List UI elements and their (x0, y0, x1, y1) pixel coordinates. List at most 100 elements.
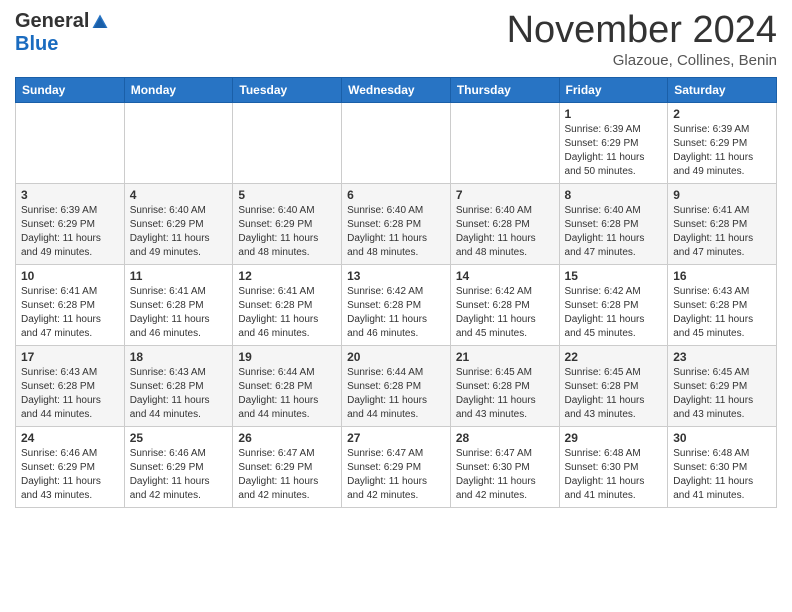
weekday-header-monday: Monday (124, 77, 233, 102)
logo-icon (91, 13, 109, 31)
calendar-cell: 5 Sunrise: 6:40 AM Sunset: 6:29 PM Daylig… (233, 183, 342, 264)
day-info: Sunrise: 6:43 AM Sunset: 6:28 PM Dayligh… (130, 366, 228, 422)
calendar-cell: 1 Sunrise: 6:39 AM Sunset: 6:29 PM Daylig… (559, 102, 668, 183)
day-number: 20 (347, 350, 445, 364)
day-info: Sunrise: 6:45 AM Sunset: 6:28 PM Dayligh… (565, 366, 663, 422)
day-number: 22 (565, 350, 663, 364)
day-info: Sunrise: 6:43 AM Sunset: 6:28 PM Dayligh… (21, 366, 119, 422)
day-number: 2 (673, 107, 771, 121)
day-info: Sunrise: 6:42 AM Sunset: 6:28 PM Dayligh… (347, 285, 445, 341)
day-info: Sunrise: 6:41 AM Sunset: 6:28 PM Dayligh… (238, 285, 336, 341)
day-info: Sunrise: 6:48 AM Sunset: 6:30 PM Dayligh… (565, 447, 663, 503)
day-info: Sunrise: 6:40 AM Sunset: 6:29 PM Dayligh… (238, 204, 336, 260)
calendar-cell: 16 Sunrise: 6:43 AM Sunset: 6:28 PM Dayli… (668, 264, 777, 345)
calendar-cell: 29 Sunrise: 6:48 AM Sunset: 6:30 PM Dayli… (559, 426, 668, 507)
day-info: Sunrise: 6:45 AM Sunset: 6:28 PM Dayligh… (456, 366, 554, 422)
day-number: 23 (673, 350, 771, 364)
day-number: 18 (130, 350, 228, 364)
day-info: Sunrise: 6:40 AM Sunset: 6:28 PM Dayligh… (456, 204, 554, 260)
calendar-cell: 8 Sunrise: 6:40 AM Sunset: 6:28 PM Daylig… (559, 183, 668, 264)
day-info: Sunrise: 6:41 AM Sunset: 6:28 PM Dayligh… (21, 285, 119, 341)
weekday-header-saturday: Saturday (668, 77, 777, 102)
day-info: Sunrise: 6:41 AM Sunset: 6:28 PM Dayligh… (130, 285, 228, 341)
calendar-cell: 19Sunrise: 6:44 AM Sunset: 6:28 PM Dayli… (233, 345, 342, 426)
day-info: Sunrise: 6:46 AM Sunset: 6:29 PM Dayligh… (21, 447, 119, 503)
week-row-4: 24Sunrise: 6:46 AM Sunset: 6:29 PM Dayli… (16, 426, 777, 507)
week-row-1: 3Sunrise: 6:39 AM Sunset: 6:29 PM Daylig… (16, 183, 777, 264)
day-number: 7 (456, 188, 554, 202)
calendar-cell: 10 Sunrise: 6:41 AM Sunset: 6:28 PM Dayli… (16, 264, 125, 345)
day-number: 4 (130, 188, 228, 202)
title-block: November 2024 Glazoue, Collines, Benin (507, 10, 777, 69)
day-info: Sunrise: 6:44 AM Sunset: 6:28 PM Dayligh… (347, 366, 445, 422)
calendar-cell (16, 102, 125, 183)
day-info: Sunrise: 6:43 AM Sunset: 6:28 PM Dayligh… (673, 285, 771, 341)
calendar-cell: 12Sunrise: 6:41 AM Sunset: 6:28 PM Dayli… (233, 264, 342, 345)
calendar-cell: 4 Sunrise: 6:40 AM Sunset: 6:29 PM Daylig… (124, 183, 233, 264)
day-number: 28 (456, 431, 554, 445)
calendar-cell: 15 Sunrise: 6:42 AM Sunset: 6:28 PM Dayli… (559, 264, 668, 345)
day-info: Sunrise: 6:42 AM Sunset: 6:28 PM Dayligh… (565, 285, 663, 341)
location: Glazoue, Collines, Benin (507, 52, 777, 69)
day-info: Sunrise: 6:47 AM Sunset: 6:30 PM Dayligh… (456, 447, 554, 503)
day-number: 1 (565, 107, 663, 121)
day-number: 15 (565, 269, 663, 283)
day-number: 26 (238, 431, 336, 445)
day-number: 5 (238, 188, 336, 202)
logo-general-text: General (15, 10, 89, 33)
weekday-header-tuesday: Tuesday (233, 77, 342, 102)
weekday-header-sunday: Sunday (16, 77, 125, 102)
calendar-cell: 17Sunrise: 6:43 AM Sunset: 6:28 PM Dayli… (16, 345, 125, 426)
logo: General Blue (15, 10, 109, 56)
calendar-cell: 24Sunrise: 6:46 AM Sunset: 6:29 PM Dayli… (16, 426, 125, 507)
header: General Blue November 2024 Glazoue, Coll… (15, 10, 777, 69)
day-info: Sunrise: 6:46 AM Sunset: 6:29 PM Dayligh… (130, 447, 228, 503)
calendar-cell (342, 102, 451, 183)
week-row-0: 1 Sunrise: 6:39 AM Sunset: 6:29 PM Daylig… (16, 102, 777, 183)
calendar-cell: 13Sunrise: 6:42 AM Sunset: 6:28 PM Dayli… (342, 264, 451, 345)
day-info: Sunrise: 6:41 AM Sunset: 6:28 PM Dayligh… (673, 204, 771, 260)
day-number: 30 (673, 431, 771, 445)
day-number: 3 (21, 188, 119, 202)
day-number: 29 (565, 431, 663, 445)
day-number: 8 (565, 188, 663, 202)
calendar: SundayMondayTuesdayWednesdayThursdayFrid… (15, 77, 777, 508)
day-info: Sunrise: 6:44 AM Sunset: 6:28 PM Dayligh… (238, 366, 336, 422)
page: General Blue November 2024 Glazoue, Coll… (0, 0, 792, 523)
day-number: 10 (21, 269, 119, 283)
week-row-3: 17Sunrise: 6:43 AM Sunset: 6:28 PM Dayli… (16, 345, 777, 426)
day-number: 21 (456, 350, 554, 364)
weekday-header-thursday: Thursday (450, 77, 559, 102)
day-info: Sunrise: 6:40 AM Sunset: 6:29 PM Dayligh… (130, 204, 228, 260)
day-info: Sunrise: 6:48 AM Sunset: 6:30 PM Dayligh… (673, 447, 771, 503)
calendar-cell: 20 Sunrise: 6:44 AM Sunset: 6:28 PM Dayli… (342, 345, 451, 426)
calendar-cell: 23 Sunrise: 6:45 AM Sunset: 6:29 PM Dayli… (668, 345, 777, 426)
day-number: 6 (347, 188, 445, 202)
weekday-header-wednesday: Wednesday (342, 77, 451, 102)
calendar-cell: 25Sunrise: 6:46 AM Sunset: 6:29 PM Dayli… (124, 426, 233, 507)
month-title: November 2024 (507, 10, 777, 52)
calendar-cell: 7 Sunrise: 6:40 AM Sunset: 6:28 PM Daylig… (450, 183, 559, 264)
day-info: Sunrise: 6:40 AM Sunset: 6:28 PM Dayligh… (347, 204, 445, 260)
logo-blue-text: Blue (15, 33, 58, 56)
day-info: Sunrise: 6:47 AM Sunset: 6:29 PM Dayligh… (347, 447, 445, 503)
calendar-cell: 21 Sunrise: 6:45 AM Sunset: 6:28 PM Dayli… (450, 345, 559, 426)
day-number: 16 (673, 269, 771, 283)
calendar-cell: 11Sunrise: 6:41 AM Sunset: 6:28 PM Dayli… (124, 264, 233, 345)
week-row-2: 10 Sunrise: 6:41 AM Sunset: 6:28 PM Dayli… (16, 264, 777, 345)
calendar-cell: 30 Sunrise: 6:48 AM Sunset: 6:30 PM Dayli… (668, 426, 777, 507)
day-number: 9 (673, 188, 771, 202)
weekday-header-friday: Friday (559, 77, 668, 102)
calendar-cell: 26 Sunrise: 6:47 AM Sunset: 6:29 PM Dayli… (233, 426, 342, 507)
calendar-cell: 28 Sunrise: 6:47 AM Sunset: 6:30 PM Dayli… (450, 426, 559, 507)
calendar-cell: 22 Sunrise: 6:45 AM Sunset: 6:28 PM Dayli… (559, 345, 668, 426)
calendar-cell: 18 Sunrise: 6:43 AM Sunset: 6:28 PM Dayli… (124, 345, 233, 426)
calendar-cell (233, 102, 342, 183)
calendar-cell: 9 Sunrise: 6:41 AM Sunset: 6:28 PM Daylig… (668, 183, 777, 264)
day-info: Sunrise: 6:47 AM Sunset: 6:29 PM Dayligh… (238, 447, 336, 503)
day-info: Sunrise: 6:39 AM Sunset: 6:29 PM Dayligh… (673, 123, 771, 179)
day-info: Sunrise: 6:39 AM Sunset: 6:29 PM Dayligh… (565, 123, 663, 179)
day-info: Sunrise: 6:40 AM Sunset: 6:28 PM Dayligh… (565, 204, 663, 260)
day-info: Sunrise: 6:45 AM Sunset: 6:29 PM Dayligh… (673, 366, 771, 422)
calendar-cell: 6 Sunrise: 6:40 AM Sunset: 6:28 PM Daylig… (342, 183, 451, 264)
